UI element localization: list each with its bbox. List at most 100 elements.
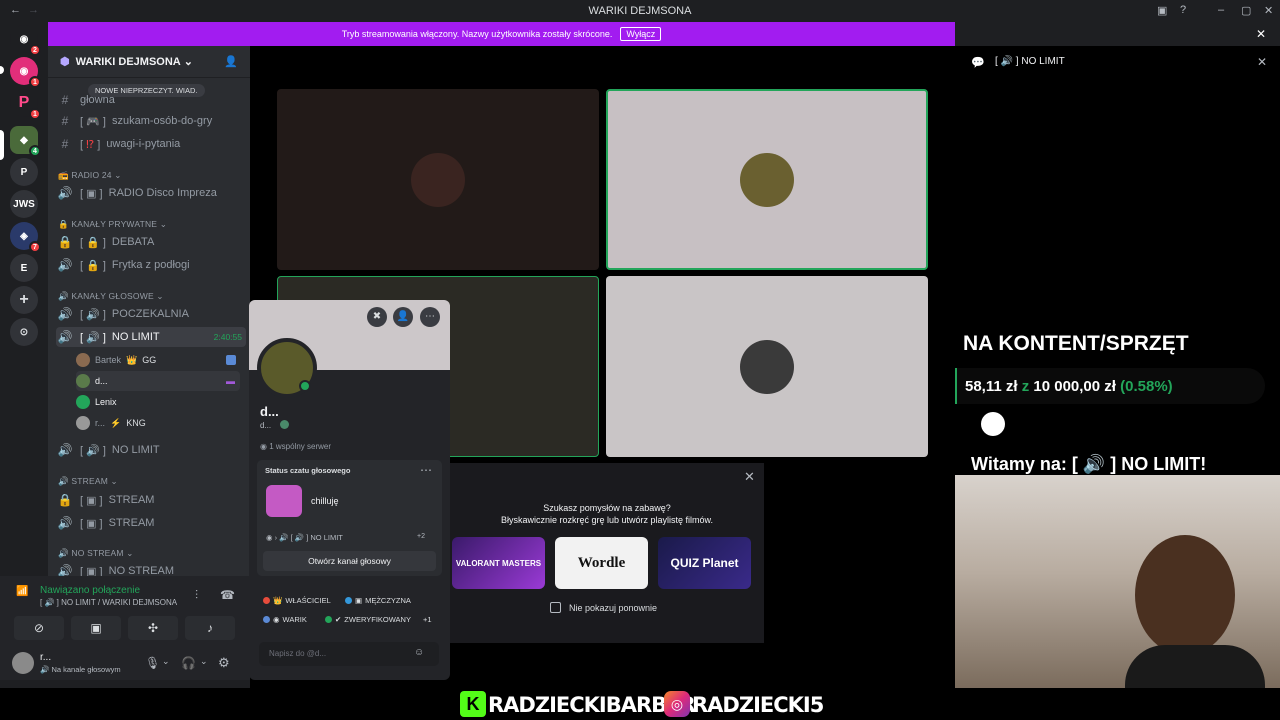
welcome-text: Witamy na: [ 🔊 ] NO LIMIT! — [971, 454, 1207, 474]
server-boost-icon: ⬢ — [60, 56, 70, 68]
voice-timer: 2:40:55 — [213, 332, 242, 342]
emoji-icon[interactable]: ☺ — [414, 647, 424, 658]
more-icon[interactable]: ⋯ — [420, 463, 432, 477]
add-friend-icon[interactable]: 👤 — [393, 307, 413, 327]
chat-bubble-icon: 💬 — [971, 57, 985, 69]
stream-footer: K RADZIECKIBARBER ◎ RADZIECKI5 — [0, 688, 1280, 720]
disconnect-icon[interactable]: ☎ — [220, 588, 235, 602]
inbox-icon[interactable]: ▣ — [1157, 4, 1167, 17]
back-icon[interactable]: ← — [10, 4, 21, 16]
category-nostream[interactable]: 🔊 NO STREAM ⌄ — [58, 548, 134, 559]
activities-button[interactable]: ✣ — [128, 616, 178, 640]
user-status: 🔊 Na kanale głosowym — [40, 665, 121, 674]
signal-icon[interactable]: 📶 — [16, 586, 28, 597]
profile-name: d... — [260, 404, 279, 419]
microphone-icon[interactable]: 🎙 — [145, 656, 160, 670]
noise-suppression-icon[interactable]: ⫶ — [195, 588, 198, 603]
discord-home-icon[interactable]: ◉ 2 — [10, 25, 41, 56]
category-private[interactable]: 🔒 KANAŁY PRYWATNE ⌄ — [58, 219, 167, 230]
close-icon[interactable]: ✕ — [1257, 55, 1267, 69]
donation-title: NA KONTENT/SPRZĘT — [963, 332, 1189, 355]
help-icon[interactable]: ? — [1180, 4, 1186, 16]
game-valorant[interactable]: VALORANT MASTERS — [452, 537, 545, 589]
channel-stream-2[interactable]: 🔊[ ▣ ] STREAM — [56, 513, 246, 533]
category-radio[interactable]: 📻 RADIO 24 ⌄ — [58, 170, 122, 181]
channel-radio-disco[interactable]: 🔊[ ▣ ] RADIO Disco Impreza — [56, 183, 246, 203]
role-tag: ◉ WARIK — [263, 615, 307, 624]
title-bar: ← → WARIKI DEJMSONA ▣ ? – ▢ ✕ — [0, 0, 1280, 22]
screen-share-button[interactable]: ▣ — [71, 616, 121, 640]
maximize-icon[interactable]: ▢ — [1241, 4, 1251, 17]
more-icon[interactable]: ⋯ — [420, 307, 440, 327]
voice-user-row[interactable]: Bartek 👑 GG — [76, 350, 236, 370]
streaming-icon — [226, 355, 236, 365]
new-unread-pill[interactable]: NOWE NIEPRZECZYT. WIAD. — [88, 84, 205, 97]
guild-icon[interactable]: ◉ 1 — [10, 57, 41, 88]
channel-uwagi[interactable]: #[ ⁉ ] uwagi-i-pytania — [56, 134, 246, 154]
settings-gear-icon[interactable]: ⚙ — [218, 655, 230, 671]
goal-progress-fill — [955, 368, 957, 404]
camera-off-button[interactable]: ⊘ — [14, 616, 64, 640]
more-roles[interactable]: +1 — [423, 615, 432, 624]
guild-e[interactable]: E — [10, 254, 38, 282]
disable-streamer-button[interactable]: Wyłącz — [620, 27, 662, 41]
channel-debata[interactable]: 🔒[ 🔒 ] DEBATA — [56, 232, 246, 252]
close-window-icon[interactable]: ✕ — [1264, 4, 1273, 17]
video-tile[interactable] — [606, 276, 928, 457]
message-placeholder: Napisz do @d... — [269, 649, 327, 658]
role-tag: ▣ MĘŻCZYZNA — [345, 596, 411, 605]
banner-text: Tryb streamowania włączony. Nazwy użytko… — [341, 29, 613, 39]
soundboard-button[interactable]: ♪ — [185, 616, 235, 640]
banner-close-icon[interactable]: ✕ — [1256, 27, 1266, 41]
category-voice[interactable]: 🔊 KANAŁY GŁOSOWE ⌄ — [58, 291, 164, 302]
guild-icon[interactable]: ◈ 7 — [10, 222, 41, 253]
channel-nolimit-active[interactable]: 🔊[ 🔊 ] NO LIMIT 2:40:55 — [56, 327, 246, 347]
channel-poczekalnia[interactable]: 🔊[ 🔊 ] POCZEKALNIA — [56, 304, 246, 324]
voice-user-row[interactable]: Lenix — [76, 392, 117, 412]
headphones-icon[interactable]: 🎧 — [181, 656, 196, 670]
streamer-mode-banner: Tryb streamowania włączony. Nazwy użytko… — [48, 22, 955, 46]
voice-user-row-selected[interactable]: d... ▬ — [76, 371, 240, 391]
channel-stream-1[interactable]: 🔒[ ▣ ] STREAM — [56, 490, 246, 510]
donation-goal-bar: 58,11 zł z 10 000,00 zł (0.58%) — [955, 368, 1265, 404]
window-title: WARIKI DEJMSONA — [588, 5, 692, 17]
add-server-icon[interactable]: + — [10, 286, 38, 314]
mute-icon[interactable]: ✖ — [367, 307, 387, 327]
online-status-icon — [299, 380, 311, 392]
chevron-down-icon[interactable]: ⌄ — [162, 656, 170, 667]
role-tag: 👑 WŁAŚCICIEL — [263, 596, 331, 605]
unread-badge: 4 — [29, 145, 41, 157]
unread-badge: 1 — [29, 108, 41, 120]
dont-show-checkbox[interactable] — [550, 602, 561, 613]
avatar[interactable] — [12, 652, 34, 674]
channel-szukam[interactable]: #[ 🎮 ] szukam-osób-do-gry — [56, 111, 246, 131]
game-wordle[interactable]: Wordle — [555, 537, 648, 589]
message-input[interactable]: Napisz do @d... ☺ — [259, 642, 439, 666]
guild-p[interactable]: P — [10, 158, 38, 186]
voice-channel-path: ◉ › 🔊 [ 🔊 ] NO LIMIT — [266, 533, 343, 542]
channel-nolimit-2[interactable]: 🔊[ 🔊 ] NO LIMIT — [56, 440, 246, 460]
chevron-down-icon[interactable]: ⌄ — [200, 656, 208, 667]
guild-icon[interactable]: P1 — [10, 89, 41, 120]
badge-icon — [280, 420, 289, 429]
mutual-servers[interactable]: ◉ 1 wspólny serwer — [260, 442, 331, 451]
invite-icon[interactable]: 👤 — [224, 55, 238, 68]
server-header[interactable]: ⬢ WARIKI DEJMSONA ⌄ 👤 — [48, 46, 250, 78]
category-stream[interactable]: 🔊 STREAM ⌄ — [58, 476, 118, 487]
chevron-down-icon: ⌄ — [183, 56, 193, 68]
guild-jws[interactable]: JWS — [10, 190, 38, 218]
channel-frytka[interactable]: 🔊[ 🔒 ] Frytka z podłogi — [56, 255, 246, 275]
couch-icon — [266, 485, 302, 517]
open-voice-channel-button[interactable]: Otwórz kanał głosowy — [263, 551, 436, 571]
video-tile[interactable] — [277, 89, 599, 270]
close-icon[interactable]: ✕ — [744, 469, 755, 485]
chat-channel-title: [ 🔊 ] NO LIMIT — [995, 56, 1065, 67]
explore-icon[interactable]: ⊙ — [10, 318, 38, 346]
forward-icon[interactable]: → — [28, 4, 39, 16]
minimize-icon[interactable]: – — [1218, 4, 1224, 16]
game-quiz-planet[interactable]: QUIZ Planet — [658, 537, 751, 589]
guild-wariki-icon[interactable]: ◆ 4 — [10, 126, 41, 157]
video-tile-speaking[interactable] — [606, 89, 928, 270]
footer-instagram-handle: RADZIECKI5 — [692, 693, 824, 717]
voice-user-row[interactable]: r... ⚡ KNG — [76, 413, 146, 433]
